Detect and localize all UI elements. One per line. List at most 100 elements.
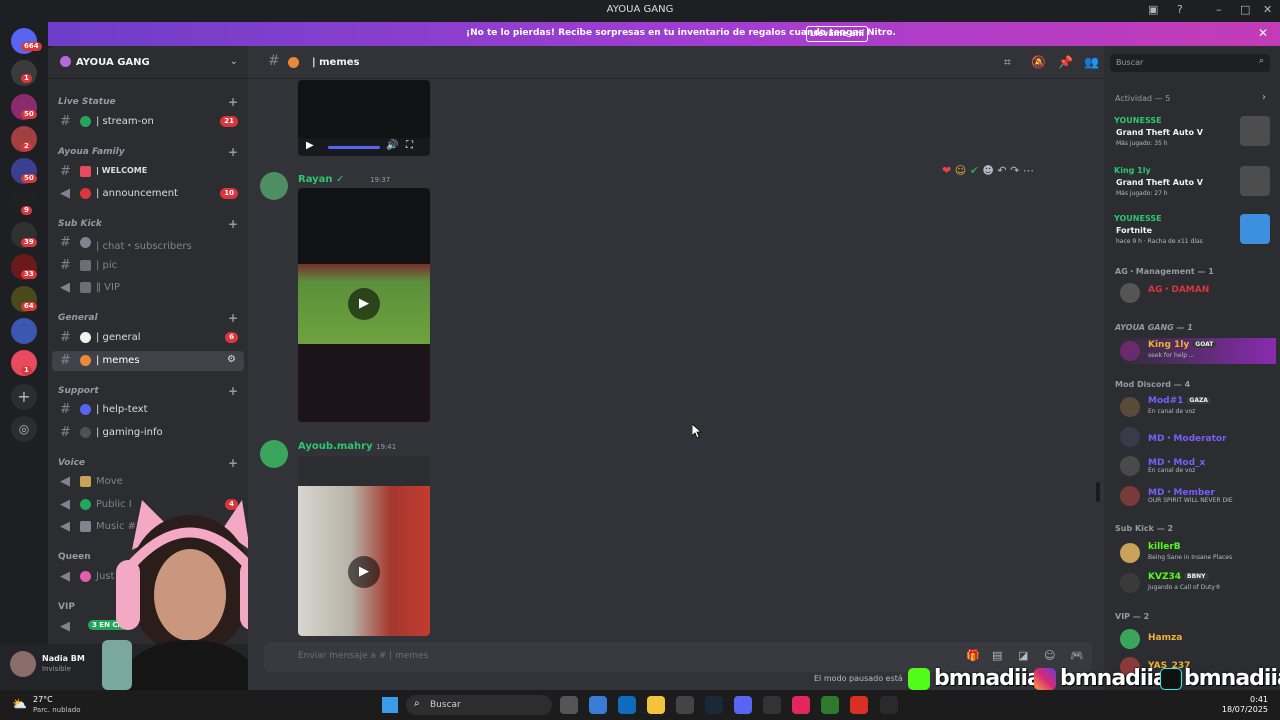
video-attachment[interactable]: ▶ (298, 188, 430, 422)
member-item[interactable]: MD・Member OUR SPIRIT WILL NEVER DIE (1116, 483, 1276, 509)
channel-general[interactable]: # | general 6 (52, 328, 244, 348)
chrome-icon[interactable] (850, 696, 868, 714)
member-item[interactable]: AG・DAMAN (1116, 280, 1276, 306)
play-icon[interactable]: ▶ (306, 140, 314, 151)
channel-announcement[interactable]: ◀ | announcement 10 (52, 184, 244, 204)
close-banner-icon[interactable]: ✕ (1258, 26, 1268, 40)
more-options-icon[interactable]: ⋯ (1023, 164, 1034, 177)
discord-icon[interactable] (734, 696, 752, 714)
laugh-reaction-icon[interactable]: ☺ (955, 164, 966, 177)
gift-icon[interactable]: 🎁 (966, 649, 980, 662)
task-view-icon[interactable] (560, 696, 578, 714)
search-box[interactable]: Buscar ⌕ (1110, 54, 1270, 72)
taskbar-clock[interactable]: 0:41 18/07/2025 (1222, 695, 1268, 715)
avatar[interactable] (260, 172, 288, 200)
weather-icon[interactable]: ⛅ (12, 697, 27, 711)
chevron-down-icon[interactable]: ⌄ (230, 56, 238, 67)
add-channel-icon[interactable]: + (228, 311, 238, 325)
apps-icon[interactable]: 🎮 (1070, 649, 1084, 662)
taskbar-search-input[interactable]: Buscar (430, 700, 461, 710)
add-reaction-icon[interactable]: ☻ (982, 164, 993, 177)
emoji-icon[interactable]: ☺ (1044, 649, 1055, 662)
steam-icon[interactable] (705, 696, 723, 714)
reply-icon[interactable]: ↶ (997, 164, 1006, 177)
channel-gaming-info[interactable]: # | gaming-info (52, 423, 244, 443)
play-button[interactable]: ▶ (348, 556, 380, 588)
channel-stream-on[interactable]: # | stream-on 21 (52, 112, 244, 132)
message-author[interactable]: Rayan ✓ (298, 174, 344, 185)
channel-chat-subscribers[interactable]: # | chat・subscribers (52, 233, 244, 253)
screen-share-icon[interactable]: ▣ (1148, 3, 1158, 16)
maximize-button[interactable]: □ (1240, 3, 1250, 16)
add-channel-icon[interactable]: + (228, 456, 238, 470)
channel-help-text[interactable]: # | help-text (52, 400, 244, 420)
sticker-icon[interactable]: ◪ (1018, 649, 1028, 662)
help-icon[interactable]: ? (1177, 3, 1183, 16)
explore-icon[interactable]: ◎ (11, 416, 37, 442)
search-input[interactable]: Buscar (1116, 58, 1143, 67)
add-channel-icon[interactable]: + (228, 384, 238, 398)
member-item[interactable]: Mod#1 GAZA En canal de voz (1116, 394, 1276, 420)
member-item[interactable]: KVZ34 BBNY Jugando a Call of Duty® (1116, 570, 1276, 596)
add-channel-icon[interactable]: + (228, 95, 238, 109)
gif-icon[interactable]: ▤ (992, 649, 1002, 662)
category-header[interactable]: Voice + (58, 456, 238, 470)
channel-memes[interactable]: # | memes ⚙ (52, 351, 244, 371)
category-header[interactable]: Sub Kick + (58, 217, 238, 231)
voice-channel-move[interactable]: ◀ Move (52, 472, 244, 492)
epic-games-icon[interactable] (880, 696, 898, 714)
heart-reaction-icon[interactable]: ❤ (942, 164, 951, 177)
server-icon[interactable] (11, 318, 37, 344)
fullscreen-icon[interactable]: ⛶ (406, 140, 413, 151)
taskbar-search[interactable]: ⌕ Buscar (406, 695, 552, 715)
forward-icon[interactable]: ↷ (1010, 164, 1019, 177)
threads-icon[interactable]: ⌗ (1004, 55, 1011, 70)
category-header[interactable]: Live Statue + (58, 95, 238, 109)
members-icon[interactable]: 👥 (1084, 55, 1099, 69)
message-input[interactable]: Enviar mensaje a # | memes (298, 651, 428, 661)
play-button[interactable]: ▶ (348, 288, 380, 320)
close-window-button[interactable]: ✕ (1263, 3, 1272, 16)
category-header[interactable]: Ayoua Family + (58, 145, 238, 159)
channel-pic[interactable]: # | pic (52, 256, 244, 276)
channel-vip[interactable]: ◀ ‖ VIP (52, 278, 244, 298)
outlook-icon[interactable] (618, 696, 636, 714)
member-item[interactable]: King 1ly GOAT seek for help ... (1116, 338, 1276, 364)
video-progress-bar[interactable] (328, 146, 380, 149)
activity-card[interactable]: YOUNESSE Grand Theft Auto V Más jugado: … (1110, 114, 1274, 156)
mute-bell-icon[interactable]: 🔕 (1031, 55, 1046, 69)
add-server-icon[interactable]: + (11, 384, 37, 410)
add-channel-icon[interactable]: + (228, 145, 238, 159)
activity-card[interactable]: King 1ly Grand Theft Auto V Más jugado: … (1110, 164, 1274, 206)
app-icon[interactable] (676, 696, 694, 714)
app-icon[interactable] (763, 696, 781, 714)
minimize-button[interactable]: – (1216, 3, 1222, 16)
banner-cta-button[interactable]: Llévame ahí (806, 26, 868, 42)
pin-icon[interactable]: 📌 (1058, 55, 1073, 69)
message-author[interactable]: Ayoub.mahry (298, 441, 373, 452)
video-attachment[interactable]: ▶ (298, 456, 430, 636)
member-item[interactable]: MD・Mod_x En canal de voz (1116, 453, 1276, 479)
member-item[interactable]: killerB Being Sane in Insane Places (1116, 540, 1276, 566)
member-item[interactable]: MD・Moderator (1116, 424, 1276, 450)
channel-settings-icon[interactable]: ⚙ (227, 354, 236, 365)
activity-card[interactable]: YOUNESSE Fortnite hace 9 h · Racha de x1… (1110, 212, 1274, 254)
avatar[interactable] (10, 651, 36, 677)
tiktok-icon[interactable] (792, 696, 810, 714)
channel-welcome[interactable]: # | WELCOME (52, 162, 244, 182)
add-channel-icon[interactable]: + (228, 217, 238, 231)
guild-header[interactable]: AYOUA GANG ⌄ (48, 46, 248, 79)
avatar[interactable] (260, 440, 288, 468)
category-header[interactable]: General + (58, 311, 238, 325)
scrollbar-thumb[interactable] (1096, 482, 1100, 502)
check-reaction-icon[interactable]: ✔ (970, 164, 979, 177)
file-explorer-icon[interactable] (647, 696, 665, 714)
play-app-icon[interactable] (821, 696, 839, 714)
chevron-right-icon[interactable]: › (1262, 92, 1266, 103)
start-icon[interactable] (382, 697, 398, 713)
member-item[interactable]: Hamza (1116, 626, 1276, 652)
store-icon[interactable] (589, 696, 607, 714)
volume-icon[interactable]: 🔊 (386, 140, 398, 151)
category-header[interactable]: Support + (58, 384, 238, 398)
video-attachment[interactable]: ▶ 🔊 ⛶ (298, 80, 430, 156)
